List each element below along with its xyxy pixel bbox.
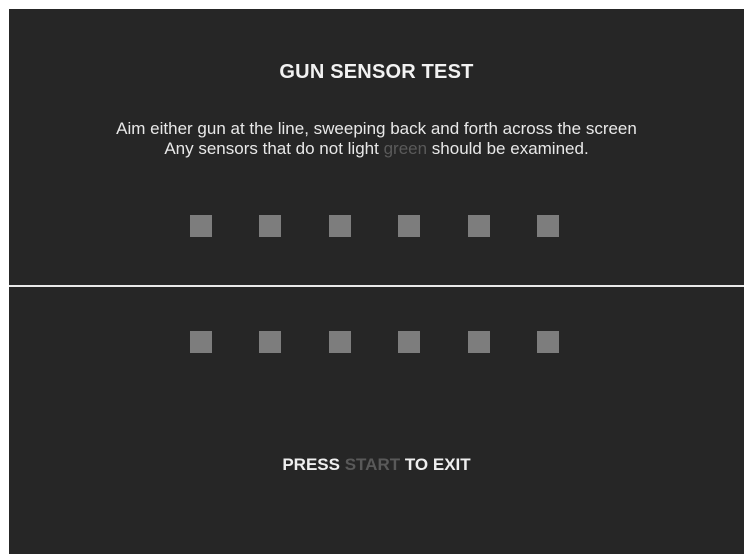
top-sensor-1: [190, 215, 212, 237]
bottom-sensor-3: [329, 331, 351, 353]
bottom-sensor-6: [537, 331, 559, 353]
bottom-sensor-row: [190, 331, 562, 353]
instructions-text: Aim either gun at the line, sweeping bac…: [9, 119, 744, 159]
bottom-sensor-2: [259, 331, 281, 353]
top-sensor-6: [537, 215, 559, 237]
bottom-sensor-5: [468, 331, 490, 353]
bottom-sensor-4: [398, 331, 420, 353]
instructions-line-2-end: should be examined.: [427, 139, 589, 158]
top-sensor-3: [329, 215, 351, 237]
instructions-line-2: Any sensors that do not light green shou…: [9, 139, 744, 159]
instructions-line-2-start: Any sensors that do not light: [164, 139, 384, 158]
top-sensor-4: [398, 215, 420, 237]
top-sensor-row: [190, 215, 562, 237]
screen-title: GUN SENSOR TEST: [279, 61, 474, 83]
aim-target-line: [9, 285, 744, 287]
top-sensor-5: [468, 215, 490, 237]
bottom-sensor-1: [190, 331, 212, 353]
exit-prompt-end: TO EXIT: [400, 455, 471, 474]
sensor-test-screen: GUN SENSOR TEST Aim either gun at the li…: [9, 9, 744, 554]
instructions-line-1: Aim either gun at the line, sweeping bac…: [116, 119, 637, 138]
exit-prompt: PRESS START TO EXIT: [9, 455, 744, 475]
start-keyword: START: [344, 455, 401, 474]
exit-prompt-start: PRESS: [282, 455, 345, 474]
top-sensor-2: [259, 215, 281, 237]
green-keyword: green: [383, 139, 428, 158]
